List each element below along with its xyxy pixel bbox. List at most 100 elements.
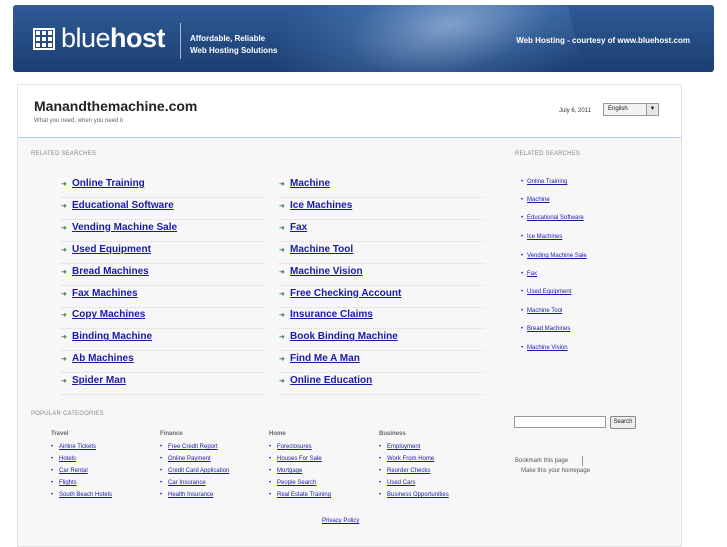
arrow-bullet-icon: ➜ [61,268,67,276]
related-link[interactable]: Vending Machine Sale [72,222,177,233]
bullet-icon: • [51,480,54,486]
related-link[interactable]: Free Checking Account [290,288,401,299]
category-heading: Finance [160,431,183,437]
bullet-icon: • [269,492,272,498]
category-link[interactable]: Foreclosures [277,444,312,450]
bullet-icon: • [521,271,524,277]
arrow-bullet-icon: ➜ [279,224,285,232]
related-link[interactable]: Online Training [72,178,145,189]
popular-categories-label: POPULAR CATEGORIES [31,411,104,417]
category-link[interactable]: Reorder Checks [387,468,430,474]
arrow-bullet-icon: ➜ [61,246,67,254]
related-item: ➜ Ice Machines [279,197,484,220]
arrow-bullet-icon: ➜ [279,268,285,276]
category-link[interactable]: Car Insurance [168,480,206,486]
arrow-bullet-icon: ➜ [279,378,285,386]
bullet-icon: • [521,326,524,332]
related-link[interactable]: Online Education [290,375,372,386]
sidebar-related-link[interactable]: Online Training [527,179,567,185]
related-link[interactable]: Machine Vision [290,266,363,277]
category-link[interactable]: Business Opportunities [387,492,449,498]
bookmark-separator [582,456,583,466]
related-link[interactable]: Book Binding Machine [290,331,398,342]
related-item: ➜ Fax Machines [61,285,266,308]
related-link[interactable]: Insurance Claims [290,309,373,320]
category-heading: Business [379,431,406,437]
related-link[interactable]: Find Me A Man [290,353,360,364]
related-item: ➜ Machine Vision [279,263,484,286]
tagline: Affordable, Reliable Web Hosting Solutio… [190,34,278,55]
related-link[interactable]: Spider Man [72,375,126,386]
language-select[interactable]: English ▼ [603,103,659,116]
homepage-link[interactable]: Make this your homepage [521,468,590,474]
category-link[interactable]: Health Insurance [168,492,213,498]
related-item: ➜ Find Me A Man [279,350,484,374]
related-item: ➜ Vending Machine Sale [61,219,266,242]
language-value: English [608,106,628,112]
category-link[interactable]: Credit Card Application [168,468,229,474]
arrow-bullet-icon: ➜ [61,224,67,232]
category-link[interactable]: Work From Home [387,456,434,462]
related-item: ➜ Fax [279,219,484,242]
sidebar-related-label: RELATED SEARCHES [515,151,581,157]
category-link[interactable]: South Beach Hotels [59,492,112,498]
related-link[interactable]: Fax [290,222,307,233]
sidebar-related-link[interactable]: Machine [527,197,550,203]
sidebar-related-link[interactable]: Ice Machines [527,234,562,240]
related-searches-label: RELATED SEARCHES [31,151,97,157]
search-input[interactable] [514,416,606,428]
related-link[interactable]: Used Equipment [72,244,151,255]
related-item: ➜ Educational Software [61,197,266,220]
sidebar-related-link[interactable]: Fax [527,271,537,277]
category-heading: Home [269,431,286,437]
related-link[interactable]: Machine Tool [290,244,353,255]
related-link[interactable]: Binding Machine [72,331,152,342]
category-link[interactable]: Real Estate Training [277,492,331,498]
sidebar-related-link[interactable]: Educational Software [527,215,584,221]
sidebar-related-link[interactable]: Machine Vision [527,345,568,351]
related-link[interactable]: Ab Machines [72,353,134,364]
related-link[interactable]: Ice Machines [290,200,352,211]
related-item: ➜ Machine [279,175,484,198]
related-link[interactable]: Educational Software [72,200,174,211]
arrow-bullet-icon: ➜ [61,202,67,210]
site-header: Manandthemachine.com What you need, when… [18,85,681,138]
related-item: ➜ Ab Machines [61,350,266,374]
related-link[interactable]: Machine [290,178,330,189]
privacy-policy-link[interactable]: Privacy Policy [322,518,359,524]
tagline-divider [180,23,181,59]
sidebar-related-link[interactable]: Vending Machine Sale [527,253,587,259]
related-link[interactable]: Fax Machines [72,288,138,299]
arrow-bullet-icon: ➜ [61,181,67,188]
arrow-bullet-icon: ➜ [61,290,67,298]
sidebar-related-link[interactable]: Machine Tool [527,308,562,314]
bluehost-logo[interactable]: bluehost [33,25,166,52]
category-link[interactable]: Used Cars [387,480,415,486]
arrow-bullet-icon: ➜ [279,312,285,320]
sidebar-related-link[interactable]: Used Equipment [527,289,571,295]
category-heading: Travel [51,431,69,437]
category-link[interactable]: Online Payment [168,456,211,462]
category-link[interactable]: Airline Tickets [59,444,96,450]
search-button[interactable]: Search [610,416,636,429]
category-link[interactable]: Hotels [59,456,76,462]
category-link[interactable]: Flights [59,480,77,486]
bookmark-link[interactable]: Bookmark this page [515,458,568,464]
category-link[interactable]: Employment [387,444,420,450]
category-link[interactable]: Car Rental [59,468,88,474]
category-link[interactable]: Mortgage [277,468,302,474]
date-text: July 6, 2011 [559,108,591,114]
arrow-bullet-icon: ➜ [279,290,285,298]
arrow-bullet-icon: ➜ [61,334,67,342]
sidebar-related-link[interactable]: Bread Machines [527,326,570,332]
category-link[interactable]: Houses For Sale [277,456,322,462]
bullet-icon: • [521,234,524,240]
bullet-icon: • [160,456,163,462]
bullet-icon: • [379,456,382,462]
site-subtitle: What you need, when you need it [34,118,124,124]
related-link[interactable]: Bread Machines [72,266,149,277]
category-link[interactable]: Free Credit Report [168,444,218,450]
bullet-icon: • [269,480,272,486]
related-link[interactable]: Copy Machines [72,309,145,320]
category-link[interactable]: People Search [277,480,316,486]
